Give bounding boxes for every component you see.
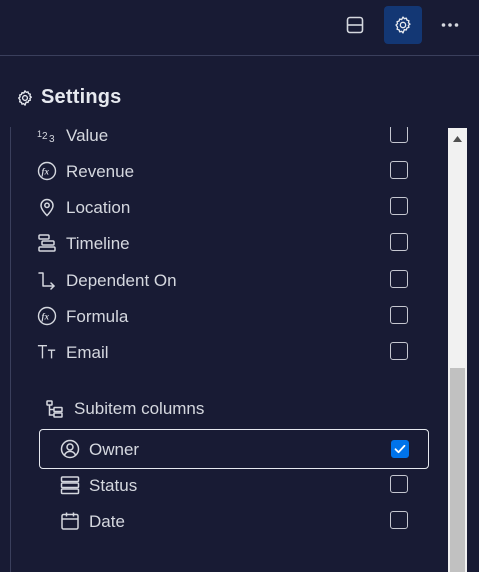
column-checkbox[interactable] [390,270,408,288]
timeline-icon [37,233,57,253]
subitem-checkbox[interactable] [390,475,408,493]
more-dots-icon [441,23,459,27]
column-label: Value [66,127,109,145]
column-row-timeline[interactable]: Timeline [11,225,449,261]
vertical-scrollbar[interactable] [448,128,467,572]
subitem-label: Status [89,476,138,495]
split-view-icon [346,16,364,34]
subitem-columns-label: Subitem columns [74,399,205,418]
numbers-icon: 123 [37,127,57,145]
column-label: Location [66,198,131,217]
scroll-up-arrow-icon[interactable] [448,128,467,150]
formula-icon: fx [37,306,57,326]
top-toolbar [0,0,479,56]
person-icon [60,439,80,459]
subitem-label: Date [89,512,125,531]
subitems-icon [46,400,63,418]
column-row-location[interactable]: Location [11,189,449,225]
svg-text:fx: fx [42,167,50,177]
location-pin-icon [37,197,57,217]
column-checkbox[interactable] [390,197,408,215]
formula-icon: fx [37,161,57,181]
column-label: Dependent On [66,271,177,290]
svg-text:fx: fx [42,312,50,322]
settings-button[interactable] [384,6,422,44]
column-label: Email [66,343,109,362]
column-checkbox[interactable] [390,127,408,143]
subitem-checkbox[interactable] [390,511,408,529]
scrollbar-thumb[interactable] [450,368,465,572]
subitem-row-status[interactable]: Status [11,467,449,503]
column-row-formula[interactable]: fx Formula [11,298,449,334]
column-settings-list: 123 Value fx Revenue Location Timeline D… [10,127,469,572]
column-label: Timeline [66,234,130,253]
column-row-value[interactable]: 123 Value [11,127,449,153]
column-checkbox[interactable] [390,342,408,360]
column-label: Formula [66,307,129,326]
gear-icon [18,89,32,106]
column-checkbox[interactable] [390,233,408,251]
svg-text:2: 2 [42,131,48,142]
split-view-button[interactable] [336,6,374,44]
gear-icon [395,16,411,34]
column-row-dependent-on[interactable]: Dependent On [11,262,449,298]
subitem-label: Owner [89,440,140,459]
more-options-button[interactable] [431,6,469,44]
status-icon [60,475,80,495]
column-label: Revenue [66,162,135,181]
checkmark-icon [394,444,406,454]
settings-header: Settings [16,86,122,109]
column-row-email[interactable]: Email [11,334,449,370]
dependency-icon [37,270,57,290]
subitem-row-owner[interactable]: Owner [39,429,429,469]
subitem-checkbox[interactable] [391,440,409,458]
column-row-revenue[interactable]: fx Revenue [11,153,449,189]
subitem-columns-header: Subitem columns [45,394,204,424]
text-icon [37,342,57,362]
column-checkbox[interactable] [390,306,408,324]
subitem-row-date[interactable]: Date [11,503,449,539]
svg-text:3: 3 [49,134,55,145]
calendar-icon [60,511,80,531]
settings-title: Settings [41,86,122,108]
column-checkbox[interactable] [390,161,408,179]
